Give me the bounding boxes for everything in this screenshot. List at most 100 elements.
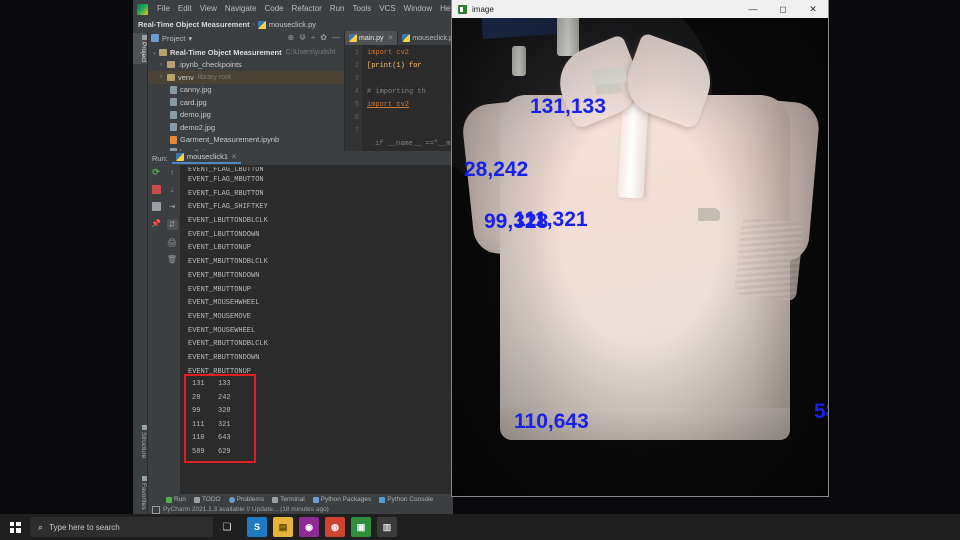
camera-icon[interactable] [151, 202, 161, 211]
maximize-button[interactable]: ◻ [768, 0, 798, 18]
console-output[interactable]: EVENT_FLAG_LBUTTON EVENT_FLAG_MBUTTON EV… [180, 165, 453, 494]
project-tree: ⌄ Real-Time Object Measurement C:\Users\… [148, 45, 344, 151]
console-line: EVENT_MOUSEHWHEEL [188, 299, 260, 308]
sidebar-item-structure[interactable]: Structure [133, 423, 147, 460]
console-line: EVENT_LBUTTONDOWN [188, 230, 260, 239]
expand-icon[interactable]: ÷ [311, 34, 315, 42]
coordinate-row: 589 629 [192, 446, 254, 460]
opencv-title-bar[interactable]: image — ◻ ✕ [452, 0, 828, 18]
task-view-icon[interactable]: ❏ [213, 522, 241, 533]
menu-item-view[interactable]: View [196, 0, 221, 18]
expand-arrow-icon[interactable]: › [160, 74, 167, 80]
menu-item-tools[interactable]: Tools [349, 0, 376, 18]
target-icon[interactable]: ⊕ [288, 34, 295, 42]
tree-node-canny-jpg[interactable]: canny.jpg [148, 84, 344, 97]
stop-icon[interactable] [151, 185, 161, 194]
tree-node-venv[interactable]: › venv library root [148, 71, 344, 84]
menu-item-navigate[interactable]: Navigate [221, 0, 261, 18]
tree-node-label: Garment_Measurement.ipynb [180, 135, 280, 145]
menu-item-vcs[interactable]: VCS [375, 0, 399, 18]
sidebar-item-favorites[interactable]: Favorites [133, 474, 147, 512]
close-icon[interactable]: ✕ [231, 153, 237, 161]
opencv-image-canvas[interactable]: 131,133 28,242 99,328 111,321 110,643 58… [452, 18, 828, 496]
menu-item-run[interactable]: Run [326, 0, 349, 18]
taskbar-app-file-explorer[interactable]: ▤ [273, 517, 293, 537]
pin-icon[interactable]: 📌 [151, 219, 161, 228]
python-file-icon [175, 152, 184, 161]
tool-window-python-packages[interactable]: Python Packages [312, 496, 371, 503]
menu-item-help[interactable]: Help [436, 0, 453, 18]
menu-item-window[interactable]: Window [400, 0, 436, 18]
menu-item-code[interactable]: Code [260, 0, 287, 18]
tool-window-label: Python Console [387, 496, 434, 503]
menu-item-file[interactable]: File [153, 0, 174, 18]
collapse-all-icon[interactable]: ⟱ [299, 34, 306, 42]
taskbar-app-media-player[interactable]: ◉ [299, 517, 319, 537]
editor-tab-mouseclick-py[interactable]: mouseclick.py [398, 31, 453, 45]
project-panel-title[interactable]: Project [162, 34, 185, 43]
minimize-button[interactable]: — [738, 0, 768, 18]
taskbar-app-photos[interactable]: ▣ [351, 517, 371, 537]
tool-window-label: Terminal [280, 496, 305, 503]
breadcrumb-file[interactable]: mouseclick.py [269, 20, 316, 29]
settings-gear-icon[interactable]: ✿ [320, 34, 327, 42]
line-number: 5 [354, 101, 359, 109]
tool-window-python-console[interactable]: Python Console [379, 496, 433, 503]
console-toolbar: ⟳ 📌 ↑ ↓ ⇥ ⇵ 🖨 🗑 [148, 165, 180, 494]
editor-code-text[interactable]: import cv2 [print(1) for # importing th … [362, 45, 453, 151]
run-panel-label: Run: [152, 153, 168, 163]
editor-tab-main-py[interactable]: main.py ✕ [345, 31, 399, 45]
menu-item-edit[interactable]: Edit [174, 0, 196, 18]
breadcrumb-project[interactable]: Real-Time Object Measurement [138, 20, 250, 29]
tree-node-path: library root [197, 73, 231, 81]
expand-arrow-icon[interactable]: ⌄ [152, 49, 159, 56]
scroll-to-end-icon[interactable]: ⇵ [166, 219, 178, 230]
tree-node-label: demo2.jpg [180, 122, 216, 132]
taskbar-app-snipping-tool[interactable]: S [247, 517, 267, 537]
run-tab-mouseclick1[interactable]: mouseclick1 ✕ [171, 152, 241, 164]
tool-window-problems[interactable]: Problems [228, 496, 264, 503]
coordinate-x: 110 [192, 434, 205, 442]
tool-window-todo[interactable]: TODO [193, 496, 221, 503]
close-icon[interactable]: ✕ [388, 34, 394, 42]
tool-window-terminal[interactable]: Terminal [272, 496, 305, 503]
expand-arrow-icon[interactable]: › [160, 62, 167, 68]
soft-wrap-icon[interactable]: ⇥ [168, 202, 177, 211]
chevron-down-icon[interactable]: ▾ [188, 34, 192, 43]
tree-node-root[interactable]: ⌄ Real-Time Object Measurement C:\Users\… [148, 46, 344, 59]
close-button[interactable]: ✕ [798, 0, 828, 18]
rerun-icon[interactable]: ⟳ [152, 168, 161, 177]
taskbar-app-chrome[interactable]: ◍ [325, 517, 345, 537]
taskbar-app-pycharm[interactable]: ▥ [377, 517, 397, 537]
console-line: EVENT_MBUTTONUP [188, 285, 252, 294]
console-line: EVENT_LBUTTONDBLCLK [188, 217, 268, 226]
status-bar-text[interactable]: PyCharm 2021.1.3 available // Update... … [163, 506, 329, 513]
search-input[interactable]: ⌕ Type here to search [30, 517, 213, 537]
overlay-coordinate-label: 110,643 [514, 410, 589, 433]
sidebar-item-project[interactable]: Project [133, 33, 147, 65]
print-icon[interactable]: 🖨 [167, 238, 177, 247]
tree-node-garment-notebook[interactable]: Garment_Measurement.ipynb [148, 134, 344, 147]
trash-icon[interactable]: 🗑 [167, 255, 177, 264]
windows-taskbar: ⌕ Type here to search ❏ S ▤ ◉ ◍ ▣ ▥ [0, 514, 960, 540]
tree-node-demo-jpg[interactable]: demo.jpg [148, 109, 344, 122]
update-notification-icon[interactable] [152, 505, 160, 514]
code-line-footer: if __name__ =="__m [375, 140, 451, 148]
image-file-icon [170, 123, 177, 132]
overlay-coordinate-label: 28,242 [464, 158, 529, 181]
editor-tab-bar: main.py ✕ mouseclick.py [345, 31, 453, 45]
tree-node-checkpoints[interactable]: › .ipynb_checkpoints [148, 59, 344, 72]
minimize-icon[interactable]: — [332, 34, 340, 42]
menu-item-refactor[interactable]: Refactor [288, 0, 326, 18]
scroll-down-icon[interactable]: ↓ [168, 185, 177, 194]
tree-node-demo2-jpg[interactable]: demo2.jpg [148, 121, 344, 134]
editor-code-area[interactable]: 1 2 3 4 5 6 7 import cv2 [print(1) for #… [345, 45, 453, 151]
scroll-up-icon[interactable]: ↑ [168, 168, 177, 177]
windows-start-icon[interactable] [0, 514, 30, 540]
folder-icon [167, 61, 175, 69]
tree-node-card-jpg[interactable]: card.jpg [148, 96, 344, 109]
tool-window-run[interactable]: Run [166, 496, 186, 503]
opencv-image-window: image — ◻ ✕ 131,133 28,242 99,328 111,32… [452, 0, 828, 496]
